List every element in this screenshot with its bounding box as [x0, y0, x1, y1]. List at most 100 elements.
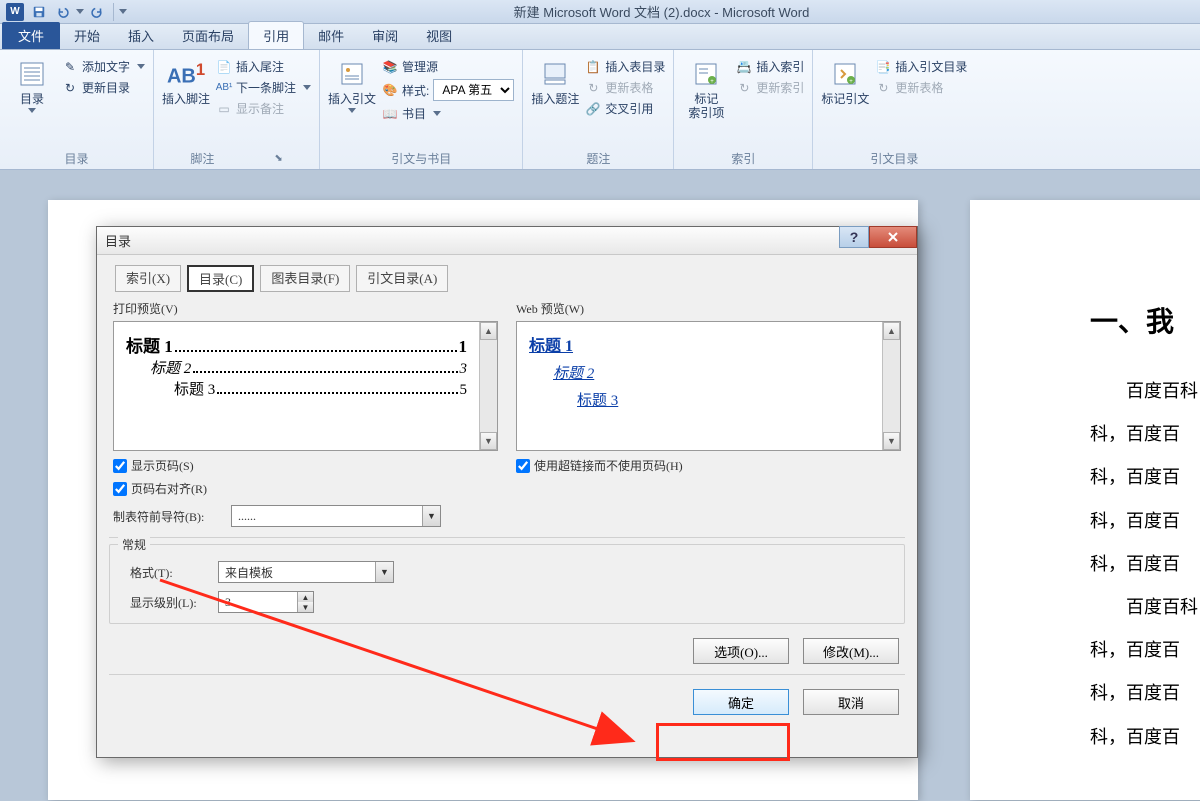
format-combo[interactable]: 来自模板 ▼	[218, 561, 394, 583]
tab-mailings[interactable]: 邮件	[304, 22, 358, 49]
next-footnote-icon: AB¹	[216, 80, 232, 96]
web-preview-label: Web 预览(W)	[516, 300, 901, 317]
web-h2-link[interactable]: 标题 2	[553, 362, 870, 383]
dialog-launcher-icon[interactable]: ⬊	[274, 153, 282, 164]
group-citations: 插入引文 📚管理源 🎨 样式: APA 第五 📖书目 引文与书目	[320, 50, 523, 169]
tab-home[interactable]: 开始	[60, 22, 114, 49]
web-h3-link[interactable]: 标题 3	[529, 389, 870, 410]
dlg-tab-tof[interactable]: 图表目录(F)	[260, 265, 350, 292]
dialog-close-button[interactable]	[869, 226, 917, 248]
toc-p3: 5	[460, 382, 468, 399]
preview-scrollbar[interactable]: ▲ ▼	[882, 322, 900, 450]
scroll-up-icon[interactable]: ▲	[883, 322, 900, 340]
svg-text:+: +	[850, 79, 854, 85]
chevron-down-icon[interactable]: ▼	[375, 562, 393, 582]
bibliography-icon: 📖	[382, 106, 398, 122]
style-label: 样式:	[402, 82, 429, 99]
citation-style-select[interactable]: APA 第五	[433, 79, 514, 101]
insert-endnote-button[interactable]: 📄插入尾注	[216, 58, 311, 75]
app-icon[interactable]: W	[4, 2, 26, 22]
separator	[109, 674, 905, 675]
scroll-track[interactable]	[883, 340, 900, 432]
right-align-checkbox[interactable]	[113, 482, 127, 496]
manage-sources-button[interactable]: 📚管理源	[382, 58, 514, 75]
tab-leader-combo[interactable]: ...... ▼	[231, 505, 441, 527]
show-page-numbers-checkbox[interactable]	[113, 459, 127, 473]
add-text-icon: ✎	[62, 59, 78, 75]
scroll-down-icon[interactable]: ▼	[883, 432, 900, 450]
tab-references[interactable]: 引用	[248, 21, 304, 49]
insert-tof-button[interactable]: 📋插入表目录	[585, 58, 665, 75]
mark-citation-button[interactable]: + 标记引文	[821, 54, 869, 106]
tab-view[interactable]: 视图	[412, 22, 466, 49]
style-icon: 🎨	[382, 82, 398, 98]
doc-paragraph: 百度百科	[1090, 586, 1200, 629]
preview-scrollbar[interactable]: ▲ ▼	[479, 322, 497, 450]
doc-paragraph: 百度百科	[1090, 370, 1200, 413]
redo-icon[interactable]	[86, 2, 108, 22]
spinner-down-icon[interactable]: ▼	[298, 602, 313, 612]
undo-icon[interactable]	[52, 2, 74, 22]
scroll-down-icon[interactable]: ▼	[480, 432, 497, 450]
undo-dropdown-icon[interactable]	[76, 9, 84, 14]
tab-insert[interactable]: 插入	[114, 22, 168, 49]
levels-spinner[interactable]: 3 ▲ ▼	[218, 591, 314, 613]
toc-leader	[217, 392, 457, 394]
add-text-button[interactable]: ✎添加文字	[62, 58, 145, 75]
update-toa-icon: ↻	[875, 80, 891, 96]
dialog-body: 索引(X) 目录(C) 图表目录(F) 引文目录(A) 打印预览(V) 标题 1…	[97, 255, 917, 723]
doc-paragraph: 科，百度百	[1090, 500, 1200, 543]
tab-review[interactable]: 审阅	[358, 22, 412, 49]
group-toc-label: 目录	[8, 148, 145, 167]
insert-caption-label: 插入题注	[531, 92, 579, 106]
next-footnote-button[interactable]: AB¹下一条脚注	[216, 79, 311, 96]
scroll-track[interactable]	[480, 340, 497, 432]
save-icon[interactable]	[28, 2, 50, 22]
toc-leader	[193, 371, 457, 373]
options-button[interactable]: 选项(O)...	[693, 638, 789, 664]
dialog-titlebar[interactable]: 目录 ?	[97, 227, 917, 255]
mark-entry-button[interactable]: + 标记 索引项	[682, 54, 730, 121]
format-label: 格式(T):	[120, 564, 210, 581]
dlg-tab-index[interactable]: 索引(X)	[115, 265, 181, 292]
insert-footnote-label: 插入脚注	[162, 92, 210, 106]
insert-citation-button[interactable]: 插入引文	[328, 54, 376, 113]
show-page-numbers-label: 显示页码(S)	[131, 457, 194, 474]
update-toc-button[interactable]: ↻更新目录	[62, 79, 145, 96]
ok-button[interactable]: 确定	[693, 689, 789, 715]
insert-toa-button[interactable]: 📑插入引文目录	[875, 58, 967, 75]
update-toa-label: 更新表格	[895, 79, 943, 96]
tab-file[interactable]: 文件	[2, 22, 60, 49]
use-hyperlinks-checkbox[interactable]	[516, 459, 530, 473]
cross-ref-label: 交叉引用	[605, 100, 653, 117]
toc-button[interactable]: 目录	[8, 54, 56, 113]
cross-ref-button[interactable]: 🔗交叉引用	[585, 100, 665, 117]
toc-p1: 1	[459, 337, 468, 357]
toc-dialog: 目录 ? 索引(X) 目录(C) 图表目录(F) 引文目录(A) 打印预览(V)…	[96, 226, 918, 758]
dialog-help-button[interactable]: ?	[839, 226, 869, 248]
insert-footnote-button[interactable]: AB1 插入脚注	[162, 54, 210, 106]
scroll-up-icon[interactable]: ▲	[480, 322, 497, 340]
insert-tof-label: 插入表目录	[605, 58, 665, 75]
chevron-down-icon[interactable]: ▼	[422, 506, 440, 526]
spinner-up-icon[interactable]: ▲	[298, 592, 313, 602]
group-index: + 标记 索引项 📇插入索引 ↻更新索引 索引	[674, 50, 813, 169]
web-h1-link[interactable]: 标题 1	[529, 332, 870, 356]
insert-index-button[interactable]: 📇插入索引	[736, 58, 804, 75]
doc-paragraph: 科，百度百	[1090, 672, 1200, 715]
show-notes-label: 显示备注	[236, 100, 284, 117]
qat-customize-icon[interactable]	[119, 9, 127, 14]
endnote-icon: 📄	[216, 59, 232, 75]
doc-paragraph: 科，百度百	[1090, 413, 1200, 456]
dialog-tabs: 索引(X) 目录(C) 图表目录(F) 引文目录(A)	[115, 265, 905, 292]
insert-caption-button[interactable]: 插入题注	[531, 54, 579, 106]
general-legend: 常规	[118, 536, 150, 553]
modify-button[interactable]: 修改(M)...	[803, 638, 899, 664]
footnote-icon: AB1	[170, 58, 202, 90]
dlg-tab-toc[interactable]: 目录(C)	[187, 265, 254, 292]
bibliography-button[interactable]: 📖书目	[382, 105, 514, 122]
mark-citation-icon: +	[829, 58, 861, 90]
cancel-button[interactable]: 取消	[803, 689, 899, 715]
dlg-tab-toa[interactable]: 引文目录(A)	[356, 265, 448, 292]
tab-layout[interactable]: 页面布局	[168, 22, 248, 49]
